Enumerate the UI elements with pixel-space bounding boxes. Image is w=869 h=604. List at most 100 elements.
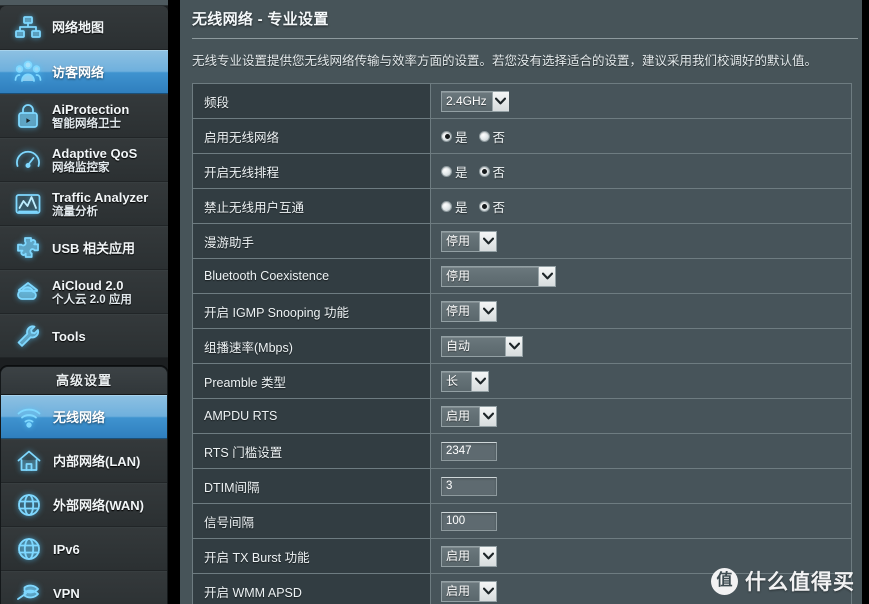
radio-button-icon[interactable]	[441, 130, 452, 142]
wan-globe-icon	[9, 488, 49, 522]
select-mbps[interactable]: 自动	[441, 335, 523, 357]
select-bluetoothcoexistence[interactable]: 停用	[441, 265, 556, 287]
settings-row-label: 信号间隔	[193, 504, 431, 538]
sidebar-item-label: 内部网络(LAN)	[53, 453, 141, 469]
sidebar-item-[interactable]: 无线网络	[1, 395, 167, 439]
select-[interactable]: 2.4GHz	[441, 90, 509, 112]
radio-option-label: 是	[455, 130, 468, 145]
sidebar-item-ipv6[interactable]: IPv6	[1, 527, 167, 571]
sidebar-item-text: IPv6	[49, 542, 80, 557]
chevron-down-icon[interactable]	[471, 371, 488, 391]
sidebar-item-label: 网络地图	[52, 20, 105, 35]
guest-network-icon	[8, 55, 48, 89]
settings-row: 开启 IGMP Snooping 功能 停用	[193, 294, 851, 329]
settings-row-value: 自动	[431, 329, 851, 363]
chevron-down-icon[interactable]	[491, 91, 509, 111]
radio-option[interactable]: 是	[441, 127, 468, 146]
sidebar-item-usb[interactable]: USB 相关应用	[0, 226, 168, 270]
chevron-down-icon[interactable]	[479, 546, 496, 566]
radio-option[interactable]: 是	[441, 162, 468, 181]
router-admin-screen: 网络地图访客网络 AiProtection 智能网络卫士 Adaptive QoS 网络…	[0, 0, 869, 604]
radio-option[interactable]: 否	[478, 127, 506, 146]
radio-button-icon[interactable]	[478, 200, 490, 212]
radio-button-icon[interactable]	[478, 165, 490, 177]
sidebar-item-wan[interactable]: 外部网络(WAN)	[1, 483, 167, 527]
sidebar-item-text: 无线网络	[49, 410, 105, 425]
select-[interactable]: 停用	[441, 230, 497, 252]
sidebar-item-vpn[interactable]: VPN	[1, 571, 167, 604]
sidebar-item-label: Traffic Analyzer	[52, 189, 149, 205]
sidebar-item-text: 内部网络(LAN)	[49, 454, 140, 469]
sidebar-item-text: 外部网络(WAN)	[49, 498, 144, 513]
settings-row-label: RTS 门槛设置	[193, 434, 431, 468]
settings-row-value: 启用	[431, 399, 851, 433]
sidebar-item-aiprotection[interactable]: AiProtection 智能网络卫士	[0, 94, 168, 138]
radio-option[interactable]: 否	[478, 197, 506, 216]
page-title: 无线网络 - 专业设置	[192, 11, 329, 28]
chevron-down-icon[interactable]	[479, 406, 496, 426]
radio-button-icon[interactable]	[441, 200, 452, 212]
settings-row-label: 漫游助手	[193, 224, 431, 258]
chevron-down-icon[interactable]	[479, 301, 496, 321]
vpn-key-icon	[9, 576, 49, 604]
settings-row-value	[431, 504, 851, 538]
chevron-down-icon[interactable]	[479, 231, 496, 251]
radio-option[interactable]: 是	[441, 197, 468, 216]
select-preamble[interactable]: 长	[441, 370, 489, 392]
input-[interactable]	[441, 511, 497, 531]
radio-group: 是否	[441, 162, 505, 181]
radio-option-label: 否	[492, 200, 506, 215]
settings-row: 组播速率(Mbps) 自动	[193, 329, 851, 364]
sidebar-item-sublabel: 智能网络卫士	[52, 117, 121, 130]
sidebar-item-lan[interactable]: 内部网络(LAN)	[1, 439, 167, 483]
settings-row-label: 开启 IGMP Snooping 功能	[193, 294, 431, 328]
select-igmpsnooping[interactable]: 停用	[441, 300, 497, 322]
settings-row: Preamble 类型长	[193, 364, 851, 399]
sidebar-item-[interactable]: 网络地图	[0, 6, 168, 50]
select-ampdurts[interactable]: 启用	[441, 405, 497, 427]
select-value: 停用	[446, 268, 471, 283]
settings-row-label: Preamble 类型	[193, 364, 431, 398]
settings-row: 开启无线排程是否	[193, 154, 851, 189]
sidebar-item-label: USB 相关应用	[52, 240, 136, 256]
sidebar-item-text: 网络地图	[48, 20, 104, 35]
sidebar-item-label: 访客网络	[52, 64, 105, 80]
input-dtim[interactable]	[441, 476, 497, 496]
input-rts[interactable]	[441, 441, 497, 461]
page-description: 无线专业设置提供您无线网络传输与效率方面的设置。若您没有选择适合的设置，建议采用…	[192, 54, 818, 68]
sidebar-item-text: Traffic Analyzer 流量分析	[48, 190, 148, 219]
sidebar-item-tools[interactable]: Tools	[0, 314, 168, 358]
settings-row-label: 开启 WMM APSD	[193, 574, 431, 604]
settings-row-value: 停用	[431, 294, 851, 328]
sidebar-item-sublabel: 网络监控家	[52, 161, 110, 174]
sidebar-item-text: AiProtection 智能网络卫士	[48, 102, 129, 131]
settings-row-value: 2.4GHz	[431, 84, 851, 118]
sidebar-item-label: 外部网络(WAN)	[53, 497, 144, 513]
radio-button-icon[interactable]	[478, 130, 490, 142]
sidebar-item-aicloud20[interactable]: AiCloud 2.0 个人云 2.0 应用	[0, 270, 168, 314]
select-wmmapsd[interactable]: 启用	[441, 580, 497, 602]
settings-row-value: 停用	[431, 224, 851, 258]
chevron-down-icon[interactable]	[479, 581, 496, 601]
chevron-down-icon[interactable]	[505, 336, 522, 356]
sidebar-item-trafficanalyzer[interactable]: Traffic Analyzer 流量分析	[0, 182, 168, 226]
settings-row-label: DTIM间隔	[193, 469, 431, 503]
right-black-edge	[862, 0, 869, 604]
sidebar-item-label: 无线网络	[53, 409, 106, 425]
sidebar-item-text: 访客网络	[48, 65, 104, 80]
ipv6-globe-icon	[9, 532, 49, 566]
radio-button-icon[interactable]	[441, 165, 452, 177]
radio-option-label: 是	[455, 200, 468, 215]
radio-group: 是否	[441, 127, 505, 146]
sidebar-item-[interactable]: 访客网络	[0, 50, 168, 94]
select-value: 长	[446, 373, 459, 388]
sidebar-item-text: AiCloud 2.0 个人云 2.0 应用	[48, 278, 132, 307]
sidebar-item-label: VPN	[53, 585, 80, 601]
sidebar-item-label: Adaptive QoS	[52, 145, 138, 161]
select-txburst[interactable]: 启用	[441, 545, 497, 567]
radio-option-label: 否	[492, 130, 506, 145]
chevron-down-icon[interactable]	[538, 266, 555, 286]
radio-option[interactable]: 否	[478, 162, 505, 181]
sidebar-item-adaptiveqos[interactable]: Adaptive QoS 网络监控家	[0, 138, 168, 182]
settings-row: 漫游助手 停用	[193, 224, 851, 259]
